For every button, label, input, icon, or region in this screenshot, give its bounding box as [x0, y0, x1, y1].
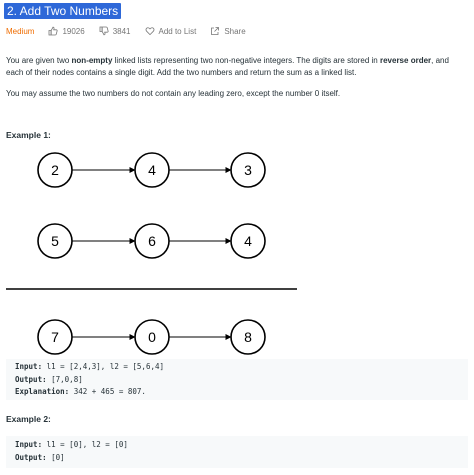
example-2-input-line: Input: l1 = [0], l2 = [0] [15, 439, 459, 452]
input-value: l1 = [0], l2 = [0] [42, 440, 128, 449]
output-value: [7,0,8] [46, 374, 83, 384]
list-2-node-value: 4 [244, 233, 252, 249]
example-2-output-line: Output: [0] [15, 452, 459, 465]
list-1-node-value: 2 [51, 162, 59, 178]
output-label: Output: [15, 452, 47, 462]
example-2-code-block: Input: l1 = [0], l2 = [0] Output: [0] [6, 436, 468, 468]
output-value: [0] [46, 452, 65, 462]
list-2-node-value: 5 [51, 233, 59, 249]
result-list-node-value: 8 [244, 329, 252, 345]
input-value: l1 = [2,4,3], l2 = [5,6,4] [42, 362, 165, 371]
explanation-value: 342 + 465 = 807. [69, 387, 146, 396]
explanation-label: Explanation: [15, 387, 70, 396]
result-list-node-value: 0 [148, 329, 156, 345]
input-label: Input: [15, 362, 43, 371]
example-1-code-block: Input: l1 = [2,4,3], l2 = [5,6,4] Output… [6, 359, 468, 400]
list-1-node-value: 4 [148, 162, 156, 178]
result-list-node-value: 7 [51, 329, 59, 345]
list-1-row: 2 4 3 [37, 152, 266, 188]
linked-list-diagram: 2 4 3 5 6 4 7 0 8 [6, 152, 297, 355]
example-1-input-line: Input: l1 = [2,4,3], l2 = [5,6,4] [15, 361, 459, 374]
list-2-node-value: 6 [148, 233, 156, 249]
result-list-row: 7 0 8 [37, 319, 266, 355]
list-2-row: 5 6 4 [37, 223, 266, 259]
example-1-output-line: Output: [7,0,8] [15, 374, 459, 387]
example-2-heading: Example 2: [6, 414, 51, 424]
list-1-node-value: 3 [244, 162, 252, 178]
example-1-explanation-line: Explanation: 342 + 465 = 807. [15, 386, 459, 399]
output-label: Output: [15, 374, 47, 384]
input-label: Input: [15, 440, 43, 449]
